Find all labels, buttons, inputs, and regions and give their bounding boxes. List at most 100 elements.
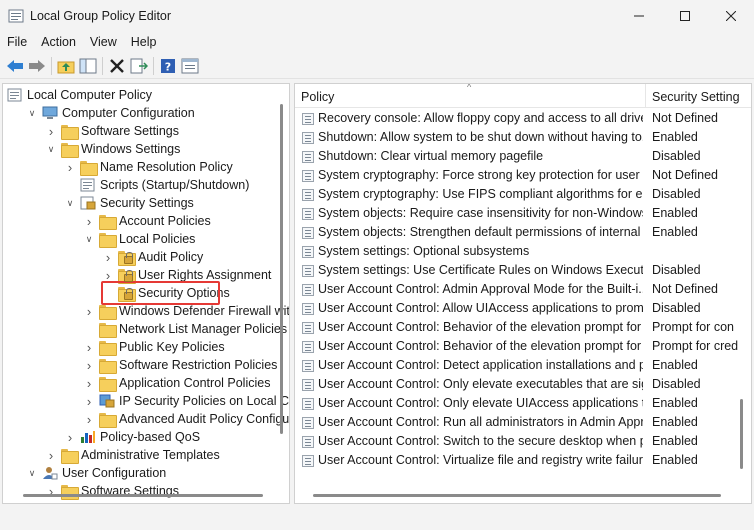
expander-placeholder [64,176,76,194]
list-vertical-scrollbar[interactable] [740,399,743,469]
folder-icon [99,214,117,230]
tree-item[interactable]: › Audit Policy [102,248,203,266]
maximize-button[interactable] [662,0,708,32]
show-hide-tree-button[interactable] [77,55,99,77]
policy-row[interactable]: Shutdown: Allow system to be shut down w… [295,128,751,147]
chevron-right-icon[interactable]: › [45,482,57,500]
policy-row[interactable]: System objects: Strengthen default permi… [295,223,751,242]
up-one-level-button[interactable] [55,55,77,77]
selected-item-highlight [101,281,220,305]
column-header-policy[interactable]: Policy [301,90,334,104]
folder-icon [80,160,98,176]
policy-security-setting: Not Defined [652,168,719,182]
tree-item[interactable]: › Account Policies [83,212,211,230]
delete-button[interactable] [106,55,128,77]
minimize-button[interactable] [616,0,662,32]
expander-placeholder [83,320,95,338]
policy-row[interactable]: User Account Control: Only elevate UIAcc… [295,394,751,413]
list-horizontal-scrollbar[interactable] [313,494,721,497]
chevron-down-icon[interactable]: ∨ [26,104,38,122]
chevron-right-icon[interactable]: › [83,302,95,320]
policy-row[interactable]: User Account Control: Virtualize file an… [295,451,751,470]
chart-icon [80,430,96,444]
policy-row[interactable]: System settings: Use Certificate Rules o… [295,261,751,280]
tree-item[interactable]: › Public Key Policies [83,338,225,356]
policy-row[interactable]: User Account Control: Run all administra… [295,413,751,432]
forward-button[interactable] [26,55,48,77]
policy-row[interactable]: Recovery console: Allow floppy copy and … [295,109,751,128]
policy-row[interactable]: User Account Control: Detect application… [295,356,751,375]
chevron-right-icon[interactable]: › [45,122,57,140]
chevron-right-icon[interactable]: › [83,392,95,410]
tree-item[interactable]: › IP Security Policies on Local Cor [83,392,289,410]
tree-item[interactable]: ∨ Security Settings [64,194,194,212]
tree-item[interactable]: › Application Control Policies [83,374,270,392]
chevron-right-icon[interactable]: › [83,410,95,428]
tree-item[interactable]: › Name Resolution Policy [64,158,233,176]
tree-item[interactable]: › Advanced Audit Policy Configur [83,410,289,428]
policy-row[interactable]: User Account Control: Admin Approval Mod… [295,280,751,299]
policy-name: Shutdown: Allow system to be shut down w… [318,130,643,144]
policy-row[interactable]: User Account Control: Switch to the secu… [295,432,751,451]
chevron-right-icon[interactable]: › [45,446,57,464]
tree-horizontal-scrollbar[interactable] [23,494,263,497]
tree-item[interactable]: ∨ Computer Configuration [26,104,195,122]
policy-row[interactable]: User Account Control: Allow UIAccess app… [295,299,751,318]
chevron-down-icon[interactable]: ∨ [64,194,76,212]
status-bar [0,508,754,530]
properties-button[interactable] [179,55,201,77]
lock-icon [124,288,133,300]
tree-item[interactable]: › Software Settings [45,122,179,140]
back-button[interactable] [4,55,26,77]
chevron-right-icon[interactable]: › [83,212,95,230]
policy-row[interactable]: Shutdown: Clear virtual memory pagefile D… [295,147,751,166]
policy-row[interactable]: System objects: Require case insensitivi… [295,204,751,223]
export-list-button[interactable] [128,55,150,77]
menu-help[interactable]: Help [124,32,164,52]
menu-action[interactable]: Action [34,32,83,52]
toolbar-separator [102,56,103,75]
tree-item[interactable]: › Policy-based QoS [64,428,200,446]
chevron-down-icon[interactable]: ∨ [26,464,38,482]
policy-row[interactable]: System cryptography: Use FIPS compliant … [295,185,751,204]
locked-folder-icon [118,250,136,266]
chevron-right-icon[interactable]: › [102,248,114,266]
chevron-right-icon[interactable]: › [83,338,95,356]
tree-item[interactable]: Local Computer Policy [7,86,152,104]
tree-item[interactable]: Network List Manager Policies [83,320,287,338]
back-icon [7,59,23,72]
column-divider[interactable] [645,84,646,108]
tree-item[interactable]: ∨ Local Policies [83,230,195,248]
chevron-right-icon[interactable]: › [83,374,95,392]
tree-item[interactable]: Scripts (Startup/Shutdown) [64,176,249,194]
policy-list-pane[interactable]: ^ Policy Security Setting Recovery conso… [294,83,752,504]
policy-row[interactable]: User Account Control: Behavior of the el… [295,318,751,337]
column-header-security-setting[interactable]: Security Setting [652,90,740,104]
close-button[interactable] [708,0,754,32]
chevron-right-icon[interactable]: › [83,356,95,374]
tree-item[interactable]: › Administrative Templates [45,446,220,464]
policy-row[interactable]: User Account Control: Only elevate execu… [295,375,751,394]
tree-item[interactable]: › Software Settings [45,482,179,500]
policy-row[interactable]: System settings: Optional subsystems [295,242,751,261]
policy-setting-icon [302,189,314,201]
chevron-down-icon[interactable]: ∨ [83,230,95,248]
policy-security-setting: Prompt for cred [652,339,739,353]
chevron-right-icon[interactable]: › [64,428,76,446]
toolbar-separator [153,56,154,75]
up-folder-icon [57,61,75,73]
policy-name: Shutdown: Clear virtual memory pagefile [318,149,544,163]
tree-item-label: Windows Settings [81,142,181,156]
tree-item[interactable]: ∨ User Configuration [26,464,167,482]
chevron-right-icon[interactable]: › [64,158,76,176]
tree-item[interactable]: › Software Restriction Policies [83,356,277,374]
console-tree[interactable]: Local Computer Policy ∨ Computer Configura… [2,83,290,504]
tree-item[interactable]: ∨ Windows Settings [45,140,180,158]
help-button[interactable]: ? [157,55,179,77]
policy-row[interactable]: User Account Control: Behavior of the el… [295,337,751,356]
tree-vertical-scrollbar[interactable] [280,104,283,434]
chevron-down-icon[interactable]: ∨ [45,140,57,158]
policy-row[interactable]: System cryptography: Force strong key pr… [295,166,751,185]
menu-view[interactable]: View [83,32,124,52]
menu-file[interactable]: File [0,32,34,52]
